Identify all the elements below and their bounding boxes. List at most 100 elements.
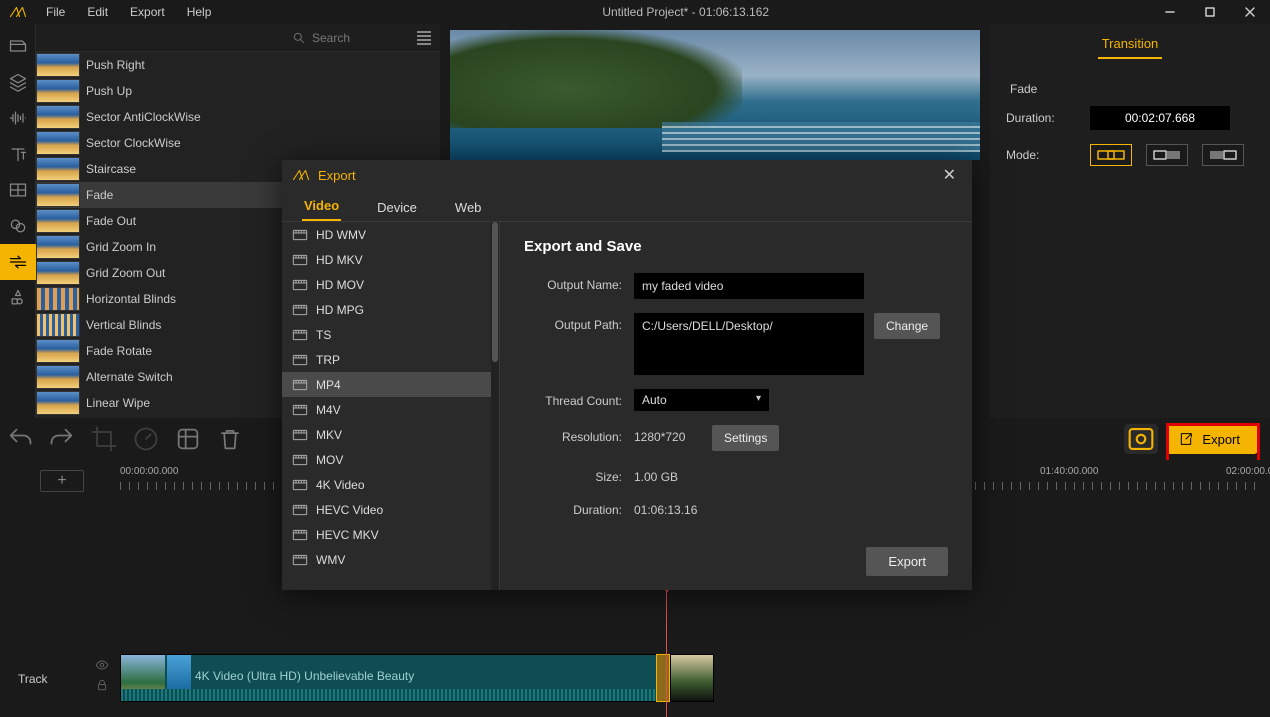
export-confirm-button[interactable]: Export [866, 547, 948, 576]
format-item[interactable]: M4V [282, 397, 499, 422]
thread-count-select[interactable]: Auto [634, 389, 769, 411]
video-preview [450, 30, 980, 160]
dialog-close-button[interactable]: ✕ [937, 163, 962, 187]
mosaic-button[interactable] [174, 425, 202, 453]
transition-thumb [36, 157, 80, 181]
output-path-input[interactable]: C:/Users/DELL/Desktop/ [634, 313, 864, 375]
mode-overlap-button[interactable] [1090, 144, 1132, 166]
transition-item-label: Vertical Blinds [86, 318, 161, 332]
overlay-icon[interactable] [0, 208, 36, 244]
text-icon[interactable] [0, 136, 36, 172]
tab-video[interactable]: Video [302, 192, 341, 221]
menu-help[interactable]: Help [177, 1, 222, 23]
transition-item[interactable]: Push Up [36, 78, 440, 104]
format-item[interactable]: MKV [282, 422, 499, 447]
tick-2: 02:00:00.000 [1226, 466, 1270, 477]
tab-transition[interactable]: Transition [1098, 30, 1163, 59]
search-input[interactable]: Search [42, 31, 410, 45]
minimize-button[interactable] [1150, 0, 1190, 24]
menu-edit[interactable]: Edit [77, 1, 118, 23]
format-item[interactable]: HD MOV [282, 272, 499, 297]
tab-device[interactable]: Device [375, 194, 419, 221]
transition-item-label: Grid Zoom Out [86, 266, 165, 280]
size-value: 1.00 GB [634, 465, 678, 484]
menu-export[interactable]: Export [120, 1, 175, 23]
format-item-label: HEVC Video [316, 503, 383, 517]
transition-item-label: Push Right [86, 58, 145, 72]
transitions-icon[interactable] [0, 244, 36, 280]
format-item[interactable]: TRP [282, 347, 499, 372]
list-view-icon[interactable] [414, 28, 434, 48]
transition-item-label: Fade Out [86, 214, 136, 228]
export-button[interactable]: Export [1166, 424, 1258, 454]
transition-item[interactable]: Sector AntiClockWise [36, 104, 440, 130]
mode-postfix-button[interactable] [1202, 144, 1244, 166]
output-name-input[interactable] [634, 273, 864, 299]
delete-button[interactable] [216, 425, 244, 453]
duration-input[interactable] [1090, 106, 1230, 130]
format-item[interactable]: HEVC Video [282, 497, 499, 522]
undo-button[interactable] [6, 425, 34, 453]
format-item[interactable]: MP4 [282, 372, 499, 397]
audio-icon[interactable] [0, 100, 36, 136]
track-row[interactable]: 4K Video (Ultra HD) Unbelievable Beauty [120, 654, 1260, 702]
layers-icon[interactable] [0, 64, 36, 100]
transition-thumb [36, 339, 80, 363]
speed-button[interactable] [132, 425, 160, 453]
visibility-icon[interactable] [95, 658, 109, 672]
video-clip-1[interactable]: 4K Video (Ultra HD) Unbelievable Beauty [120, 654, 660, 702]
split-icon[interactable] [0, 172, 36, 208]
transition-item[interactable]: Sector ClockWise [36, 130, 440, 156]
track-label: Track [18, 672, 48, 686]
close-button[interactable] [1230, 0, 1270, 24]
format-item-label: MKV [316, 428, 342, 442]
export-settings-button[interactable] [1124, 424, 1158, 454]
menu-file[interactable]: File [36, 1, 75, 23]
export-form: Export and Save Output Name: Output Path… [500, 222, 972, 590]
video-clip-2[interactable] [670, 654, 714, 702]
transition-item[interactable]: Push Right [36, 52, 440, 78]
playhead[interactable] [666, 586, 667, 717]
format-item[interactable]: MOV [282, 447, 499, 472]
transition-thumb [36, 365, 80, 389]
duration-label: Duration: [1006, 111, 1076, 125]
format-item[interactable]: TS [282, 322, 499, 347]
maximize-button[interactable] [1190, 0, 1230, 24]
output-path-label: Output Path: [524, 313, 634, 332]
crop-button[interactable] [90, 425, 118, 453]
media-icon[interactable] [0, 28, 36, 64]
lock-icon[interactable] [95, 678, 109, 692]
format-item[interactable]: HEVC MKV [282, 522, 499, 547]
transition-thumb [36, 131, 80, 155]
mode-prefix-button[interactable] [1146, 144, 1188, 166]
format-item-label: HD MKV [316, 253, 363, 267]
format-item[interactable]: HD MKV [282, 247, 499, 272]
video-file-icon [292, 528, 308, 542]
tick-0: 00:00:00.000 [120, 466, 178, 477]
format-scrollbar[interactable] [491, 222, 499, 590]
format-item[interactable]: HD WMV [282, 222, 499, 247]
change-path-button[interactable]: Change [874, 313, 940, 339]
transition-thumb [36, 79, 80, 103]
format-item[interactable]: 4K Video [282, 472, 499, 497]
video-file-icon [292, 353, 308, 367]
format-item-label: WMV [316, 553, 345, 567]
transition-marker[interactable] [656, 654, 670, 702]
video-file-icon [292, 303, 308, 317]
format-item[interactable]: HD MPG [282, 297, 499, 322]
clip-title: 4K Video (Ultra HD) Unbelievable Beauty [195, 669, 414, 683]
video-file-icon [292, 328, 308, 342]
elements-icon[interactable] [0, 280, 36, 316]
export-heading: Export and Save [524, 238, 948, 255]
transition-item-label: Fade [86, 188, 113, 202]
tab-web[interactable]: Web [453, 194, 484, 221]
export-dialog-logo-icon [292, 168, 310, 182]
resolution-value: 1280*720 [634, 425, 712, 444]
output-name-label: Output Name: [524, 273, 634, 292]
format-item-label: HEVC MKV [316, 528, 379, 542]
redo-button[interactable] [48, 425, 76, 453]
video-file-icon [292, 403, 308, 417]
format-item[interactable]: WMV [282, 547, 499, 572]
transition-item-label: Sector AntiClockWise [86, 110, 201, 124]
resolution-settings-button[interactable]: Settings [712, 425, 779, 451]
